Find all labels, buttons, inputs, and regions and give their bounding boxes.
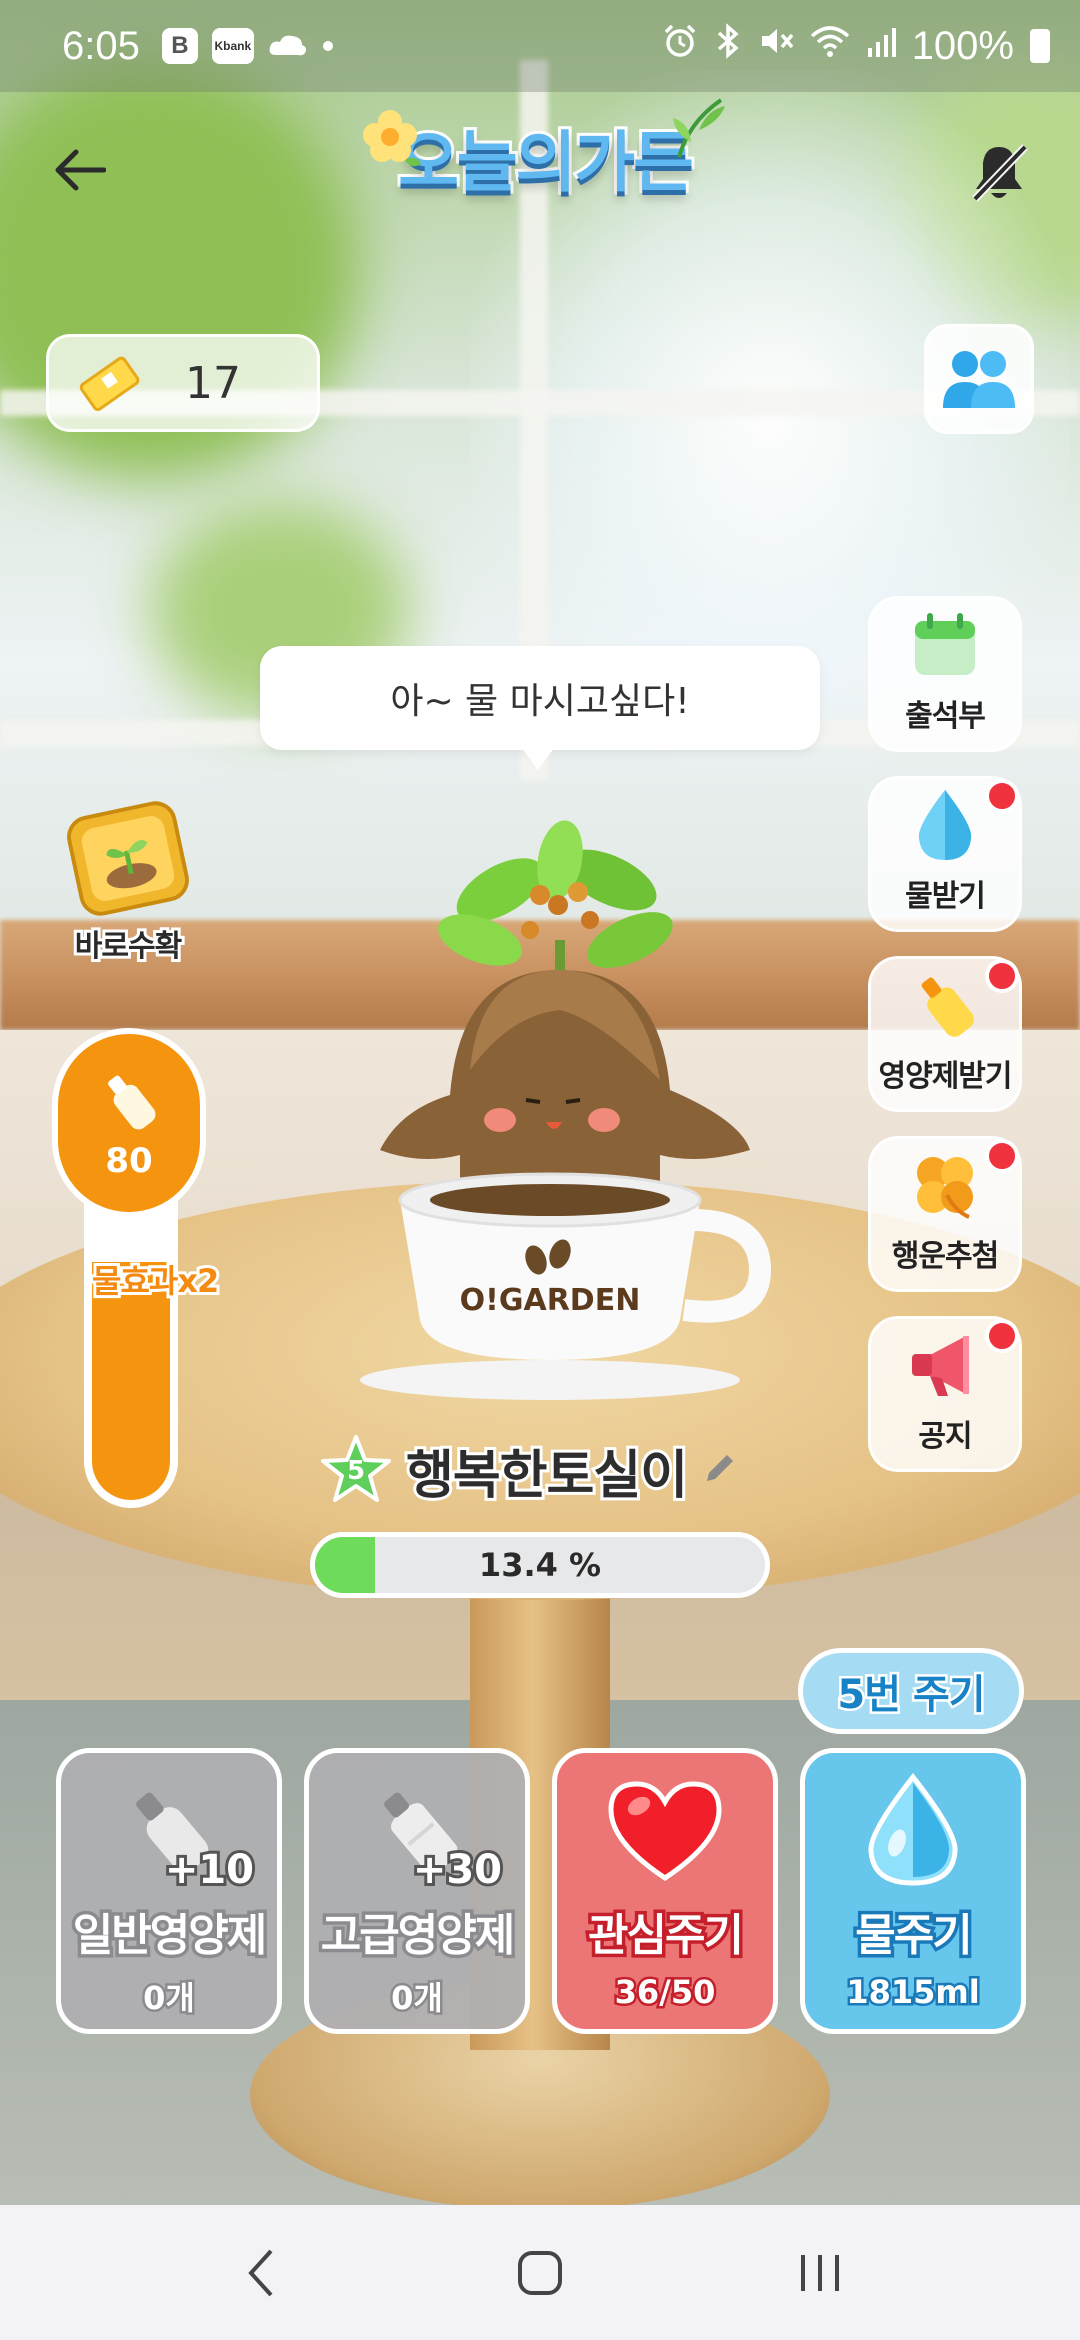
back-button[interactable]: [40, 130, 120, 210]
kbank-notification-icon: Kbank: [211, 28, 254, 64]
basic-nutrient-plus: +10: [162, 1844, 257, 1896]
logo-text: 오늘의가든: [395, 121, 697, 204]
app-logo: 오늘의가든: [355, 92, 735, 222]
water-drop-icon: [918, 790, 972, 860]
clover-icon: [917, 1157, 973, 1219]
calendar-icon: [915, 613, 975, 675]
back-arrow-icon: [55, 149, 106, 191]
alarm-icon: [662, 23, 698, 69]
basic-nutrient-count: 0개: [141, 1977, 198, 2020]
plant-speech-bubble: 아~ 물 마시고싶다!: [260, 646, 820, 750]
friends-button[interactable]: [924, 324, 1034, 434]
new-badge: [985, 959, 1019, 993]
ticket-icon: [79, 356, 140, 411]
water-amount: 1815ml: [844, 1971, 982, 2014]
attendance-label: 출석부: [905, 699, 986, 734]
get-nutrient-label: 영양제받기: [878, 1059, 1013, 1094]
notice-label: 공지: [918, 1419, 972, 1454]
attendance-button[interactable]: 출석부: [868, 596, 1022, 752]
premium-nutrient-plus: +30: [410, 1844, 505, 1896]
water-drop-icon: [868, 1773, 958, 1886]
ticket-counter[interactable]: 17: [46, 334, 320, 432]
water-effect-tag: 물효과x2: [89, 1259, 222, 1303]
premium-nutrient-button[interactable]: +30 고급영양제 0개: [304, 1748, 530, 2034]
megaphone-icon: [912, 1336, 969, 1396]
notice-button[interactable]: 공지: [868, 1316, 1022, 1472]
plant-character[interactable]: O!GARDEN: [340, 820, 780, 1420]
nav-back-button[interactable]: [200, 2223, 320, 2323]
get-nutrient-button[interactable]: 영양제받기: [868, 956, 1022, 1112]
nav-home-button[interactable]: [480, 2223, 600, 2323]
growth-progress-text: 13.4 %: [478, 1546, 602, 1584]
pencil-icon: [707, 1455, 734, 1481]
new-badge: [985, 1139, 1019, 1173]
sprout-box-icon: [67, 801, 189, 916]
system-navigation-bar: [0, 2205, 1080, 2340]
get-water-label: 물받기: [905, 879, 986, 914]
water-five-times-button[interactable]: 5번 주기: [798, 1648, 1024, 1734]
basic-nutrient-button[interactable]: +10 일반영양제 0개: [56, 1748, 282, 2034]
recents-icon: [801, 2254, 839, 2291]
ticket-count: 17: [185, 357, 241, 409]
status-time: 6:05: [62, 23, 140, 68]
home-square-icon: [518, 2250, 562, 2295]
nav-recents-button[interactable]: [760, 2223, 880, 2323]
nutrient-bottle-icon: [921, 977, 974, 1037]
heart-icon: [608, 1781, 722, 1882]
bluetooth-icon: [714, 23, 742, 69]
plant-name-row: 5 행복한토실이: [320, 1430, 739, 1510]
plant-name: 행복한토실이: [403, 1443, 691, 1509]
chevron-left-icon: [248, 2249, 273, 2296]
signal-icon: [866, 25, 896, 68]
give-attention-title: 관심주기: [585, 1907, 748, 1965]
coffee-cup-pot: O!GARDEN: [360, 1172, 772, 1400]
pot-brand-text: O!GARDEN: [460, 1283, 641, 1318]
mute-icon: [758, 23, 794, 69]
wifi-icon: [810, 24, 850, 68]
growth-progress-bar: 13.4 %: [310, 1532, 770, 1598]
give-water-button[interactable]: 물주기 1815ml: [800, 1748, 1026, 2034]
get-water-button[interactable]: 물받기: [868, 776, 1022, 932]
leaf-icon: [673, 98, 725, 158]
battery-icon: [1030, 29, 1050, 63]
basic-nutrient-title: 일반영양제: [69, 1907, 270, 1965]
notification-toggle-button[interactable]: [954, 128, 1044, 218]
premium-nutrient-title: 고급영양제: [317, 1907, 518, 1965]
nutrient-bottle-icon: [108, 1075, 156, 1130]
speech-bubble-tail: [522, 748, 554, 770]
level-star-badge: 5: [320, 1434, 392, 1506]
friends-icon: [943, 351, 1015, 408]
lucky-draw-label: 행운추첨: [891, 1239, 999, 1274]
cloud-notification-icon: [268, 31, 308, 61]
lucky-draw-button[interactable]: 행운추첨: [868, 1136, 1022, 1292]
new-badge: [985, 779, 1019, 813]
instant-harvest-button[interactable]: 바로수확: [58, 800, 198, 967]
edit-name-button[interactable]: [701, 1449, 739, 1491]
app-notification-icon: B: [161, 28, 198, 64]
water-gauge-head: 80: [52, 1028, 206, 1218]
plant-level: 5: [346, 1456, 366, 1486]
instant-harvest-label: 바로수확: [72, 926, 185, 967]
give-water-title: 물주기: [852, 1907, 976, 1965]
water-gauge: [84, 1186, 178, 1508]
flower-icon: [363, 110, 421, 167]
battery-percent: 100%: [911, 23, 1014, 68]
premium-nutrient-count: 0개: [389, 1977, 446, 2020]
dot-notification-icon: [322, 40, 334, 52]
water-gauge-value: 80: [105, 1141, 153, 1181]
new-badge: [985, 1319, 1019, 1353]
give-attention-button[interactable]: 관심주기 36/50: [552, 1748, 778, 2034]
bell-off-icon: [972, 144, 1028, 202]
status-bar: 6:05 B Kbank 100%: [0, 0, 1080, 92]
give-attention-count: 36/50: [612, 1971, 718, 2014]
